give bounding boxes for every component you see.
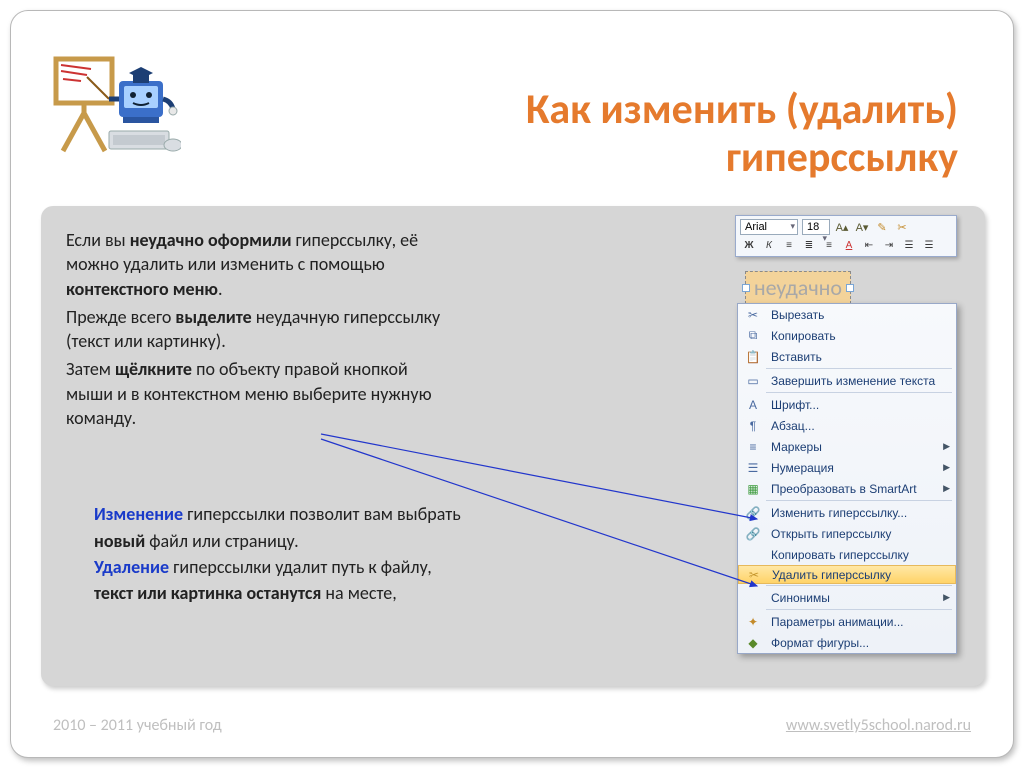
align-center-icon[interactable]: ≣	[800, 237, 818, 253]
indent-decrease-icon[interactable]: ⇤	[860, 237, 878, 253]
footer-year: 2010 – 2011 учебный год	[53, 716, 222, 735]
footer-link[interactable]: www.svetly5school.narod.ru	[786, 716, 971, 735]
ctx-end-edit-text[interactable]: ▭Завершить изменение текста	[738, 370, 956, 391]
ctx-animation-params[interactable]: ✦Параметры анимации...	[738, 611, 956, 632]
ctx-convert-smartart[interactable]: ▦Преобразовать в SmartArt▶	[738, 478, 956, 499]
paragraph-icon: ¶	[742, 415, 764, 436]
font-color-icon[interactable]: A	[840, 237, 858, 253]
cut-icon: ✂	[742, 304, 764, 325]
shrink-font-icon[interactable]: A▾	[854, 219, 870, 235]
numbering-icon[interactable]: ☰	[920, 237, 938, 253]
indent-increase-icon[interactable]: ⇥	[880, 237, 898, 253]
ctx-bullets[interactable]: ≡Маркеры▶	[738, 436, 956, 457]
paragraph-3: Затем щёлкните по объекту правой кнопкой…	[66, 357, 695, 430]
font-size-combo[interactable]: 18	[802, 219, 830, 235]
ctx-paste[interactable]: 📋Вставить	[738, 346, 956, 367]
numbering-icon: ☰	[742, 457, 764, 478]
bullets-icon[interactable]: ☰	[900, 237, 918, 253]
ctx-copy[interactable]: ⧉Копировать	[738, 325, 956, 346]
style-icon[interactable]: ✎	[874, 219, 890, 235]
clipart-svg	[51, 51, 181, 161]
ctx-copy-hyperlink[interactable]: Копировать гиперссылку	[738, 544, 956, 565]
smartart-icon: ▦	[742, 478, 764, 499]
submenu-arrow-icon: ▶	[943, 483, 950, 494]
slide-title: Как изменить (удалить) гиперссылку	[218, 86, 958, 183]
format-painter-icon[interactable]: ✂	[894, 219, 910, 235]
paragraph-2: Прежде всего выделите неудачную гиперссы…	[66, 305, 695, 354]
title-line-2: гиперссылку	[726, 132, 958, 183]
clipart-teacher-computer	[51, 51, 181, 166]
mini-toolbar[interactable]: Arial 18 A▴ A▾ ✎ ✂ Ж К ≡ ≣ ≡ A ⇤ ⇥ ☰ ☰	[735, 215, 957, 257]
bold-button[interactable]: Ж	[740, 237, 758, 253]
grow-font-icon[interactable]: A▴	[834, 219, 850, 235]
paste-icon: 📋	[742, 346, 764, 367]
exit-edit-icon: ▭	[742, 370, 764, 391]
ctx-cut[interactable]: ✂Вырезать	[738, 304, 956, 325]
open-hyperlink-icon: 🔗	[742, 523, 764, 544]
ctx-remove-hyperlink[interactable]: ✂Удалить гиперссылку	[738, 565, 956, 584]
format-shape-icon: ◆	[742, 632, 764, 653]
bullets-icon: ≡	[742, 436, 764, 457]
submenu-arrow-icon: ▶	[943, 441, 950, 452]
ctx-synonyms[interactable]: Синонимы▶	[738, 587, 956, 608]
title-line-1: Как изменить (удалить)	[526, 84, 958, 135]
ctx-edit-hyperlink[interactable]: 🔗Изменить гиперссылку...	[738, 502, 956, 523]
align-left-icon[interactable]: ≡	[780, 237, 798, 253]
edit-hyperlink-icon: 🔗	[742, 502, 764, 523]
animation-icon: ✦	[742, 611, 764, 632]
ctx-paragraph[interactable]: ¶Абзац...	[738, 415, 956, 436]
ctx-font[interactable]: AШрифт...	[738, 394, 956, 415]
ctx-open-hyperlink[interactable]: 🔗Открыть гиперссылку	[738, 523, 956, 544]
submenu-arrow-icon: ▶	[943, 592, 950, 603]
selected-hyperlink-text[interactable]: неудачно	[745, 271, 851, 304]
ctx-numbering[interactable]: ☰Нумерация▶	[738, 457, 956, 478]
remove-hyperlink-icon: ✂	[743, 564, 765, 585]
slide: Как изменить (удалить) гиперссылку Если …	[10, 10, 1014, 758]
font-icon: A	[742, 394, 764, 415]
font-name-combo[interactable]: Arial	[740, 219, 798, 235]
submenu-arrow-icon: ▶	[943, 462, 950, 473]
blue-note-block: Изменение гиперссылки позволит вам выбра…	[66, 502, 695, 605]
paragraph-1: Если вы неудачно оформили гиперссылку, е…	[66, 228, 695, 301]
copy-icon: ⧉	[742, 325, 764, 346]
italic-button[interactable]: К	[760, 237, 778, 253]
ctx-format-shape[interactable]: ◆Формат фигуры...	[738, 632, 956, 653]
context-menu[interactable]: ✂Вырезать ⧉Копировать 📋Вставить ▭Заверши…	[737, 303, 957, 654]
